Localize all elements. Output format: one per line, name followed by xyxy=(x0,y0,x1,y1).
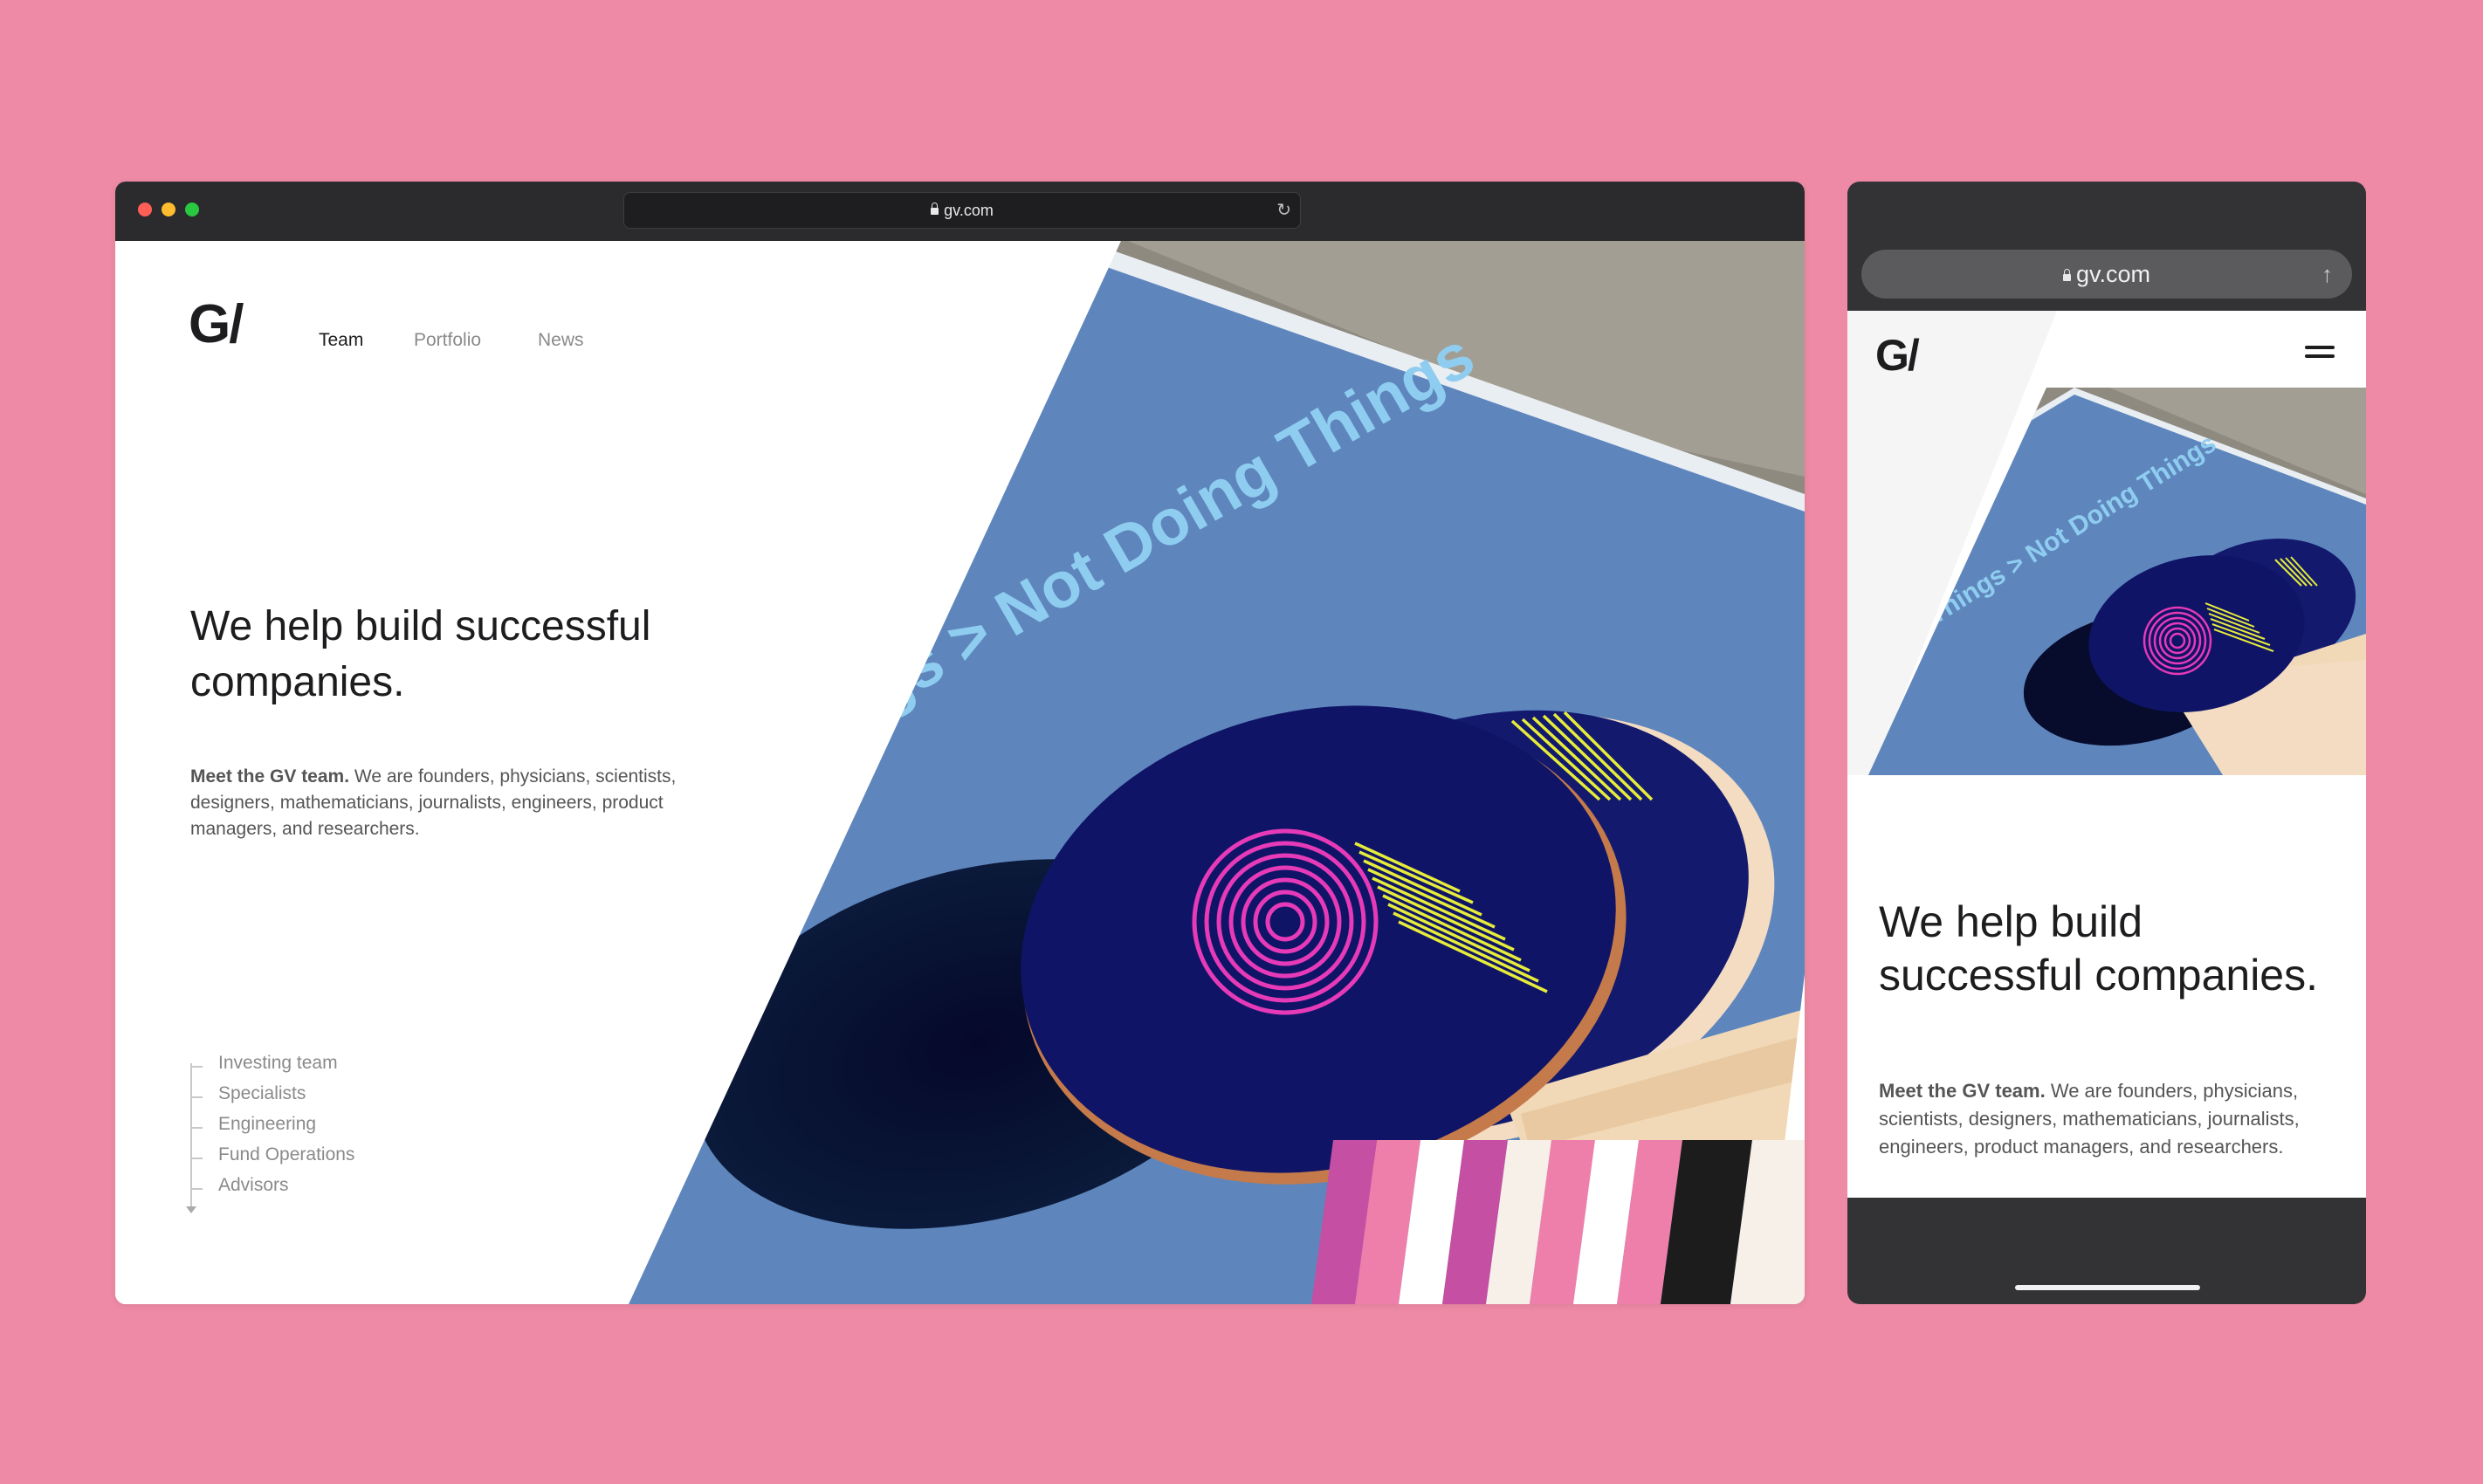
nav-news[interactable]: News xyxy=(538,330,584,351)
scroll-down-arrow-icon xyxy=(186,1206,196,1213)
section-link-specialists[interactable]: Specialists xyxy=(218,1083,306,1104)
section-link-fund-operations[interactable]: Fund Operations xyxy=(218,1144,354,1165)
gv-logo[interactable]: G/ xyxy=(189,293,244,355)
mobile-intro-bold: Meet the GV team. xyxy=(1879,1080,2046,1102)
section-link-engineering[interactable]: Engineering xyxy=(218,1114,316,1135)
close-window-button[interactable] xyxy=(138,203,152,216)
zoom-window-button[interactable] xyxy=(185,203,199,216)
browser-toolbar: gv.com ↻ xyxy=(115,182,1805,241)
section-link-advisors[interactable]: Advisors xyxy=(218,1175,289,1196)
desktop-browser-window: gv.com ↻ gs > Not Doing Things G/ Team P… xyxy=(115,182,1805,1304)
mobile-intro-text: Meet the GV team. We are founders, physi… xyxy=(1879,1077,2333,1161)
reload-icon[interactable]: ↻ xyxy=(1276,193,1291,228)
url-text: gv.com xyxy=(944,202,994,219)
mobile-page-headline: We help build successful companies. xyxy=(1879,897,2319,1000)
share-icon[interactable]: ↑ xyxy=(2321,250,2333,299)
page-headline: We help build successful companies. xyxy=(190,603,651,705)
intro-bold: Meet the GV team. xyxy=(190,766,350,787)
lock-icon xyxy=(931,203,939,215)
nav-team[interactable]: Team xyxy=(319,330,363,351)
section-tick xyxy=(190,1188,203,1190)
hamburger-menu-icon[interactable] xyxy=(2305,346,2335,360)
minimize-window-button[interactable] xyxy=(162,203,175,216)
section-tick xyxy=(190,1158,203,1159)
address-bar[interactable]: gv.com ↻ xyxy=(623,192,1301,229)
mobile-device: gv.com ↑ Things > Not Doing Things G/ We… xyxy=(1847,182,2366,1304)
mobile-address-bar[interactable]: gv.com ↑ xyxy=(1861,250,2352,299)
section-link-investing-team[interactable]: Investing team xyxy=(218,1053,338,1074)
section-tick xyxy=(190,1066,203,1068)
lock-icon xyxy=(2062,269,2071,281)
webpage: gs > Not Doing Things G/ Team Portfolio … xyxy=(115,241,1805,1304)
intro-text: Meet the GV team. We are founders, physi… xyxy=(190,764,749,842)
mobile-url-text: gv.com xyxy=(2075,261,2151,287)
section-tick xyxy=(190,1096,203,1098)
mobile-hero-image: Things > Not Doing Things xyxy=(1847,311,2366,775)
nav-portfolio[interactable]: Portfolio xyxy=(414,330,481,351)
section-tick xyxy=(190,1127,203,1129)
mobile-webpage: Things > Not Doing Things G/ We help bui… xyxy=(1847,311,2366,1198)
home-indicator[interactable] xyxy=(2015,1285,2200,1290)
mobile-gv-logo[interactable]: G/ xyxy=(1875,330,1920,381)
